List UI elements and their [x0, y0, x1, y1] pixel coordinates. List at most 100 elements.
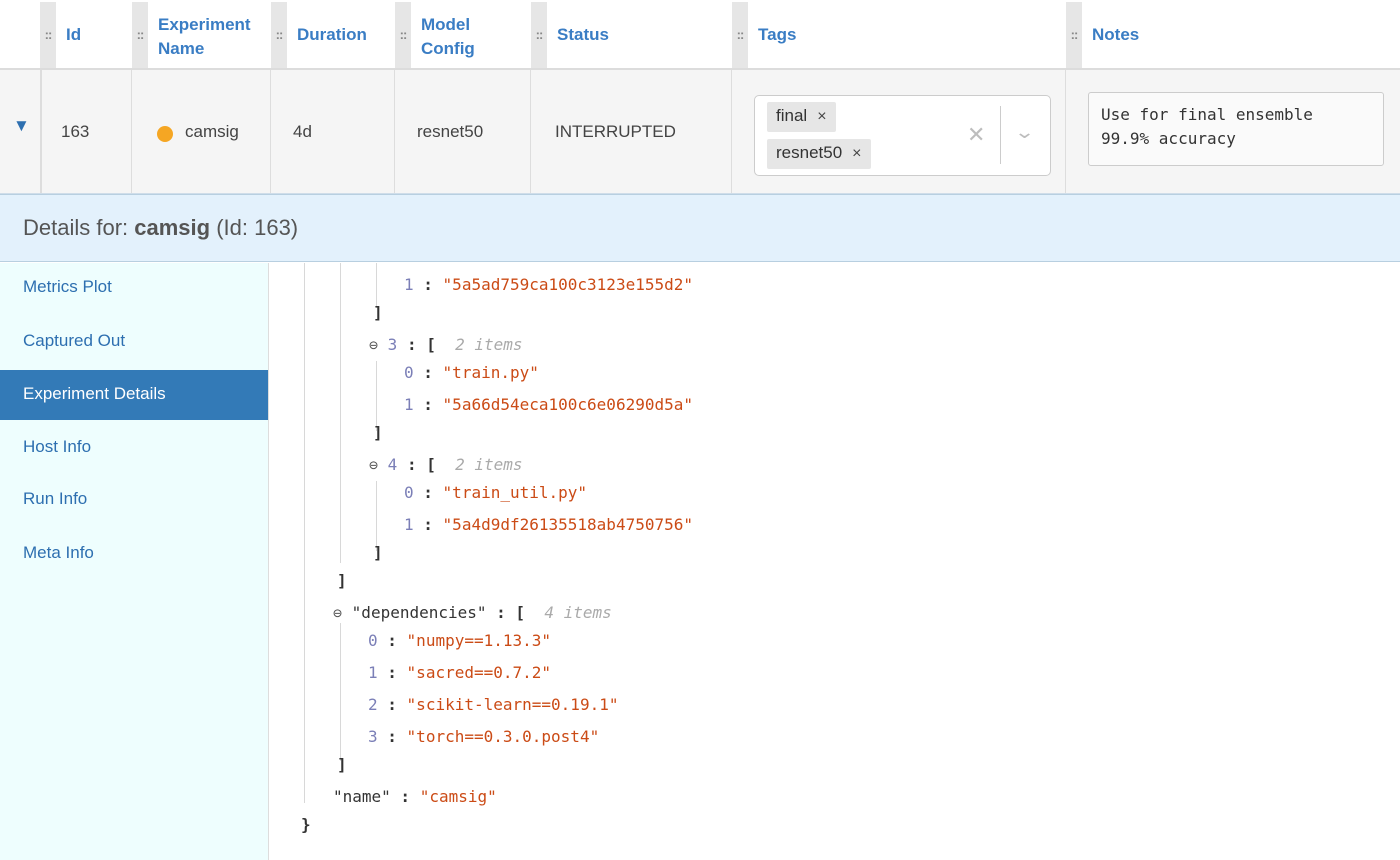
column-header-label[interactable]: Notes — [1092, 23, 1139, 47]
json-index: 1 — [404, 395, 414, 414]
json-index: 1 — [404, 515, 414, 534]
tags-select[interactable]: final × resnet50 × ✕ ⌄ — [754, 95, 1051, 176]
column-header-model-config[interactable]: :: Model Config — [395, 0, 531, 68]
column-header-label[interactable]: Experiment Name — [158, 13, 251, 61]
column-header-tags[interactable]: :: Tags — [732, 0, 1066, 68]
json-index: 3 — [387, 335, 398, 354]
cell-experiment-name: camsig — [132, 70, 271, 193]
json-string: "train_util.py" — [442, 483, 588, 502]
drag-handle-icon[interactable]: :: — [271, 2, 287, 68]
json-index: 3 — [368, 727, 378, 746]
json-string: "scikit-learn==0.19.1" — [406, 695, 619, 714]
column-header-notes[interactable]: :: Notes — [1066, 0, 1400, 68]
json-bracket: ] — [337, 755, 347, 774]
column-header-label[interactable]: Model Config — [421, 13, 475, 61]
json-item-count: 2 items — [455, 455, 523, 474]
column-header-status[interactable]: :: Status — [531, 0, 732, 68]
json-entry: 2 : "scikit-learn==0.19.1" — [368, 695, 619, 714]
column-header-duration[interactable]: :: Duration — [271, 0, 395, 68]
tag-label: final — [776, 106, 808, 125]
close-icon[interactable]: × — [817, 108, 826, 125]
tree-guide-line — [376, 361, 377, 431]
clear-icon[interactable]: ✕ — [967, 122, 985, 148]
details-sidebar: Metrics Plot Captured Out Experiment Det… — [0, 263, 269, 860]
json-entry: 1 : "5a66d54eca100c6e06290d5a" — [404, 395, 693, 414]
json-string: "camsig" — [419, 787, 497, 806]
column-header-id[interactable]: :: Id — [40, 0, 132, 68]
json-string: "sacred==0.7.2" — [406, 663, 552, 682]
json-entry: 1 : "5a5ad759ca100c3123e155d2" — [404, 275, 693, 294]
details-experiment-name: camsig — [134, 215, 211, 240]
cell-notes: Use for final ensemble 99.9% accuracy — [1066, 70, 1400, 193]
json-bracket: ] — [337, 571, 347, 590]
sidebar-item-meta-info[interactable]: Meta Info — [0, 529, 268, 579]
json-entry: 3 : "torch==0.3.0.post4" — [368, 727, 600, 746]
cell-duration-value: 4d — [293, 122, 312, 141]
column-header-label[interactable]: Status — [557, 23, 609, 47]
drag-handle-icon[interactable]: :: — [1066, 2, 1082, 68]
sidebar-item-captured-out[interactable]: Captured Out — [0, 317, 268, 367]
column-header-label[interactable]: Duration — [297, 23, 367, 47]
json-index: 0 — [404, 363, 414, 382]
json-index: 2 — [368, 695, 378, 714]
table-row[interactable]: ▼ 163 camsig 4d resnet50 INTERRUPTED fin… — [0, 70, 1400, 194]
json-index: 0 — [368, 631, 378, 650]
column-header-label-line1: Experiment — [158, 15, 251, 34]
json-entry: 0 : "train.py" — [404, 363, 539, 382]
drag-handle-icon[interactable]: :: — [395, 2, 411, 68]
sidebar-item-experiment-details[interactable]: Experiment Details — [0, 370, 268, 420]
triangle-down-icon[interactable]: ▼ — [13, 116, 30, 136]
tree-guide-line — [376, 263, 377, 308]
sidebar-item-host-info[interactable]: Host Info — [0, 423, 268, 473]
column-header-label[interactable]: Id — [66, 23, 81, 47]
drag-handle-icon[interactable]: :: — [531, 2, 547, 68]
details-header: Details for: camsig (Id: 163) — [0, 194, 1400, 262]
notes-textarea[interactable]: Use for final ensemble 99.9% accuracy — [1088, 92, 1384, 166]
close-icon[interactable]: × — [852, 145, 861, 162]
column-header-experiment-name[interactable]: :: Experiment Name — [132, 0, 271, 68]
status-dot-icon — [157, 126, 173, 142]
json-entry: 1 : "sacred==0.7.2" — [368, 663, 552, 682]
column-header-label[interactable]: Tags — [758, 23, 796, 47]
json-item-count: 4 items — [544, 603, 612, 622]
column-header-label-line2: Config — [421, 39, 475, 58]
details-title: Details for: camsig (Id: 163) — [23, 215, 298, 241]
tag-chip: resnet50 × — [767, 139, 871, 169]
sidebar-item-metrics-plot[interactable]: Metrics Plot — [0, 263, 268, 313]
minus-circle-icon[interactable]: ⊖ — [369, 456, 378, 474]
tree-guide-line — [376, 481, 377, 551]
separator — [1000, 106, 1001, 164]
json-viewer: 1 : "5a5ad759ca100c3123e155d2" ] ⊖ 3 : [… — [270, 263, 1400, 860]
cell-duration: 4d — [271, 70, 395, 193]
expander-cell[interactable]: ▼ — [0, 70, 42, 193]
drag-handle-icon[interactable]: :: — [732, 2, 748, 68]
json-index: 0 — [404, 483, 414, 502]
drag-handle-icon[interactable]: :: — [40, 2, 56, 68]
json-entry: 0 : "train_util.py" — [404, 483, 588, 502]
cell-id: 163 — [42, 70, 132, 193]
tree-guide-line — [340, 623, 341, 761]
json-entry: ⊖ 3 : [ 2 items — [369, 335, 523, 354]
json-bracket: ] — [373, 543, 383, 562]
json-index: 1 — [404, 275, 414, 294]
json-entry: ⊖ 4 : [ 2 items — [369, 455, 523, 474]
tag-chip: final × — [767, 102, 836, 132]
sidebar-item-run-info[interactable]: Run Info — [0, 475, 268, 525]
json-bracket: ] — [373, 303, 383, 322]
chevron-down-icon[interactable]: ⌄ — [1014, 122, 1035, 143]
json-string: "5a4d9df26135518ab4750756" — [442, 515, 693, 534]
json-bracket: ] — [373, 423, 383, 442]
column-header-label-line2: Name — [158, 39, 205, 58]
cell-tags: final × resnet50 × ✕ ⌄ — [732, 70, 1066, 193]
cell-status-value: INTERRUPTED — [555, 122, 676, 141]
json-entry: 0 : "numpy==1.13.3" — [368, 631, 552, 650]
details-suffix: (Id: 163) — [210, 215, 299, 240]
json-key: "dependencies" — [351, 603, 487, 622]
json-string: "train.py" — [442, 363, 539, 382]
drag-handle-icon[interactable]: :: — [132, 2, 148, 68]
tree-guide-line — [304, 263, 305, 803]
json-item-count: 2 items — [455, 335, 523, 354]
minus-circle-icon[interactable]: ⊖ — [369, 336, 378, 354]
json-string: "numpy==1.13.3" — [406, 631, 552, 650]
minus-circle-icon[interactable]: ⊖ — [333, 604, 342, 622]
